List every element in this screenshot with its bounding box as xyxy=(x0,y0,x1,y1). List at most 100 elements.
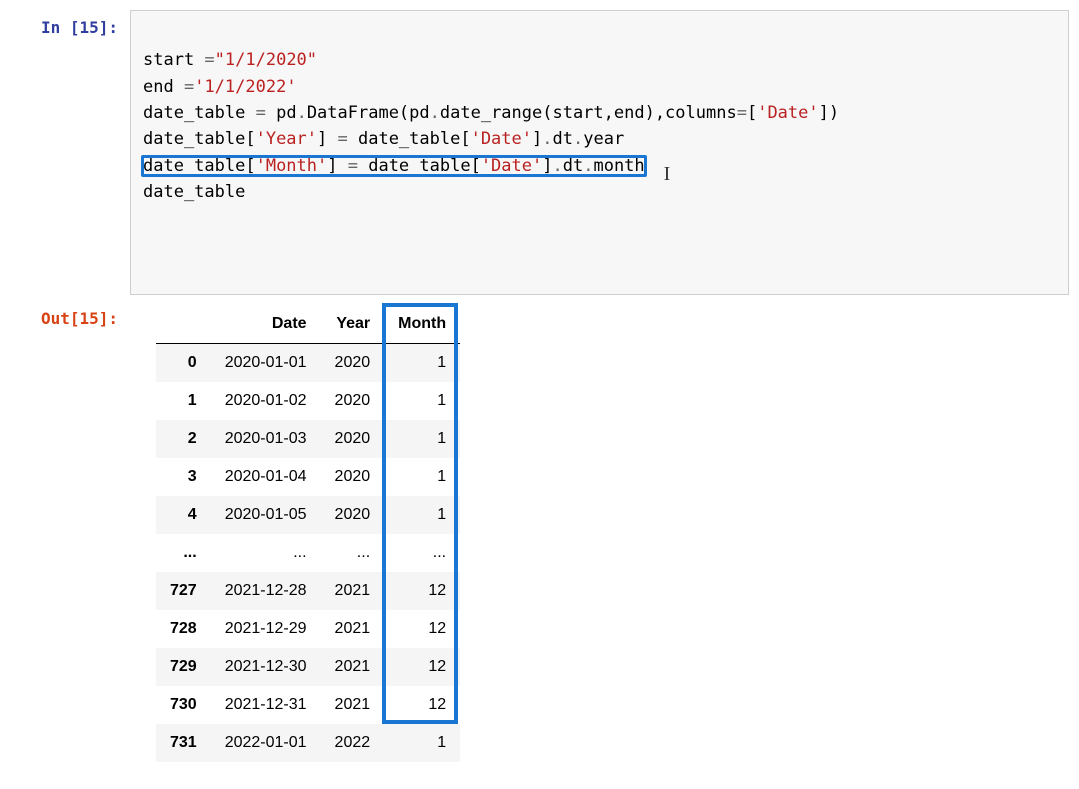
cell-month: 1 xyxy=(384,458,460,496)
cell-month: 1 xyxy=(384,344,460,383)
col-header-month: Month xyxy=(384,305,460,344)
code-token: 'Year' xyxy=(256,129,317,149)
code-token: dt xyxy=(553,129,573,149)
code-token: start xyxy=(143,50,204,70)
row-index: 0 xyxy=(156,344,211,383)
code-token: . xyxy=(552,156,562,176)
code-token: 'Date' xyxy=(481,156,542,176)
row-index: 731 xyxy=(156,724,211,762)
code-token: = xyxy=(256,103,266,123)
cell-month: 12 xyxy=(384,686,460,724)
input-prompt: In [15]: xyxy=(10,10,130,37)
row-index: 1 xyxy=(156,382,211,420)
cell-date: ... xyxy=(211,534,321,572)
cell-date: 2022-01-01 xyxy=(211,724,321,762)
code-token: . xyxy=(573,129,583,149)
code-token: ]) xyxy=(819,103,839,123)
cell-date: 2021-12-28 xyxy=(211,572,321,610)
row-index: 729 xyxy=(156,648,211,686)
table-row: 32020-01-0420201 xyxy=(156,458,460,496)
code-token: '1/1/2022' xyxy=(194,77,296,97)
code-token: date_table[ xyxy=(143,156,256,176)
code-token: 'Month' xyxy=(256,156,328,176)
cell-month: 12 xyxy=(384,610,460,648)
code-token: year xyxy=(583,129,624,149)
code-token: pd xyxy=(266,103,297,123)
cell-month: 1 xyxy=(384,382,460,420)
cell-month: 12 xyxy=(384,572,460,610)
cell-year: ... xyxy=(321,534,385,572)
code-token: . xyxy=(583,156,593,176)
cell-year: 2021 xyxy=(321,572,385,610)
table-row: ............ xyxy=(156,534,460,572)
col-header-date: Date xyxy=(211,305,321,344)
code-token: 'Date' xyxy=(757,103,818,123)
cell-month: 1 xyxy=(384,420,460,458)
code-input-area[interactable]: start ="1/1/2020" end ='1/1/2022' date_t… xyxy=(130,10,1069,295)
cell-date: 2020-01-02 xyxy=(211,382,321,420)
cell-month: 1 xyxy=(384,496,460,534)
cell-year: 2020 xyxy=(321,458,385,496)
cell-year: 2021 xyxy=(321,648,385,686)
code-token: . xyxy=(430,103,440,123)
code-token: = xyxy=(338,129,348,149)
cell-date: 2021-12-31 xyxy=(211,686,321,724)
code-token: . xyxy=(297,103,307,123)
cell-month: ... xyxy=(384,534,460,572)
code-token: . xyxy=(542,129,552,149)
code-token: [ xyxy=(747,103,757,123)
table-row: 02020-01-0120201 xyxy=(156,344,460,383)
table-row: 7292021-12-30202112 xyxy=(156,648,460,686)
row-index: 4 xyxy=(156,496,211,534)
code-token: month xyxy=(593,156,644,176)
cell-month: 12 xyxy=(384,648,460,686)
code-token: ] xyxy=(317,129,337,149)
cell-year: 2020 xyxy=(321,382,385,420)
col-header-year: Year xyxy=(321,305,385,344)
code-token: = xyxy=(737,103,747,123)
cell-date: 2021-12-29 xyxy=(211,610,321,648)
code-token: date_table xyxy=(143,182,245,202)
row-index: 2 xyxy=(156,420,211,458)
row-index: 730 xyxy=(156,686,211,724)
cell-date: 2020-01-04 xyxy=(211,458,321,496)
cell-date: 2020-01-05 xyxy=(211,496,321,534)
cell-date: 2020-01-01 xyxy=(211,344,321,383)
code-token: date_range(start,end),columns xyxy=(440,103,737,123)
code-token: ] xyxy=(532,129,542,149)
row-index: 728 xyxy=(156,610,211,648)
row-index: 727 xyxy=(156,572,211,610)
code-token: "1/1/2020" xyxy=(215,50,317,70)
code-token: date_table[ xyxy=(143,129,256,149)
cell-year: 2021 xyxy=(321,686,385,724)
table-row: 7312022-01-0120221 xyxy=(156,724,460,762)
code-token: date_table xyxy=(143,103,256,123)
output-prompt: Out[15]: xyxy=(10,301,130,328)
cell-date: 2021-12-30 xyxy=(211,648,321,686)
code-token: dt xyxy=(563,156,583,176)
cell-month: 1 xyxy=(384,724,460,762)
code-token: end xyxy=(143,77,184,97)
output-cell: Out[15]: Date Year Month 02020-01-012020… xyxy=(10,301,1069,765)
cell-date: 2020-01-03 xyxy=(211,420,321,458)
cell-year: 2020 xyxy=(321,496,385,534)
code-token: = xyxy=(348,156,358,176)
table-header-row: Date Year Month xyxy=(156,305,460,344)
cell-year: 2020 xyxy=(321,344,385,383)
output-area: Date Year Month 02020-01-012020112020-01… xyxy=(130,301,1069,765)
code-token: date_table[ xyxy=(358,156,481,176)
row-index: ... xyxy=(156,534,211,572)
input-cell: In [15]: start ="1/1/2020" end ='1/1/202… xyxy=(10,10,1069,295)
table-row: 22020-01-0320201 xyxy=(156,420,460,458)
code-token: = xyxy=(184,77,194,97)
table-row: 7302021-12-31202112 xyxy=(156,686,460,724)
col-header-index xyxy=(156,305,211,344)
row-index: 3 xyxy=(156,458,211,496)
cell-year: 2020 xyxy=(321,420,385,458)
table-row: 12020-01-0220201 xyxy=(156,382,460,420)
code-token: = xyxy=(204,50,214,70)
code-token: ] xyxy=(327,156,347,176)
code-token: date_table[ xyxy=(348,129,471,149)
code-token: DataFrame(pd xyxy=(307,103,430,123)
table-row: 7272021-12-28202112 xyxy=(156,572,460,610)
